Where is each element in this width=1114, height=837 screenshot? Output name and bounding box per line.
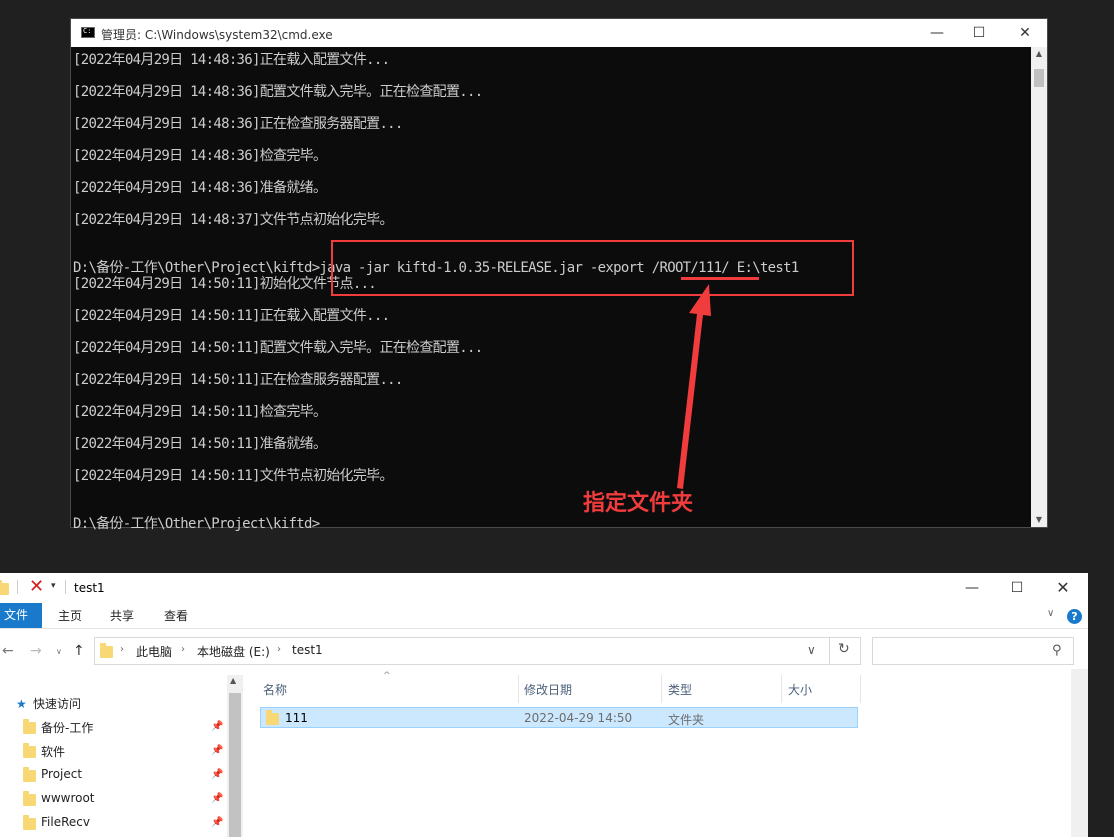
folder-icon bbox=[100, 643, 113, 658]
up-icon[interactable]: ↑ bbox=[73, 643, 85, 659]
column-size[interactable]: 大小 bbox=[788, 681, 812, 698]
annotation-label: 指定文件夹 bbox=[583, 491, 694, 516]
back-icon[interactable]: ← bbox=[2, 643, 14, 659]
nav-item[interactable]: FileRecv bbox=[41, 815, 90, 829]
maximize-icon[interactable]: ☐ bbox=[1007, 578, 1027, 598]
star-icon: ★ bbox=[16, 697, 27, 711]
explorer-window-title: test1 bbox=[74, 581, 105, 595]
help-icon[interactable]: ? bbox=[1067, 609, 1082, 624]
nav-item[interactable]: 软件 bbox=[41, 743, 65, 760]
folder-icon bbox=[266, 710, 279, 725]
folder-icon bbox=[0, 580, 9, 595]
tab-share[interactable]: 共享 bbox=[110, 607, 134, 624]
scroll-up-icon[interactable]: ▲ bbox=[230, 676, 236, 685]
forward-icon[interactable]: → bbox=[30, 643, 42, 659]
file-name[interactable]: 111 bbox=[285, 711, 308, 725]
sort-ascending-icon: ^ bbox=[383, 671, 391, 681]
explorer-titlebar[interactable]: ✕ ▾ test1 — ☐ ✕ bbox=[0, 573, 1088, 603]
column-divider[interactable] bbox=[661, 675, 662, 703]
breadcrumb-drive[interactable]: 本地磁盘 (E:) bbox=[197, 643, 270, 660]
file-type: 文件夹 bbox=[668, 713, 705, 727]
tab-home[interactable]: 主页 bbox=[58, 607, 82, 624]
divider bbox=[65, 580, 66, 594]
pin-icon: 📌 bbox=[211, 721, 224, 732]
delete-icon[interactable]: ✕ bbox=[29, 576, 44, 597]
column-name[interactable]: 名称 bbox=[263, 681, 287, 698]
pin-icon: 📌 bbox=[211, 769, 224, 780]
folder-icon bbox=[23, 791, 36, 806]
file-list-scrollbar[interactable] bbox=[1071, 669, 1088, 837]
nav-item[interactable]: wwwroot bbox=[41, 791, 95, 805]
divider bbox=[17, 580, 18, 594]
explorer-window: ✕ ▾ test1 — ☐ ✕ 文件 主页 共享 查看 ∨ ? ← → ∨ ↑ … bbox=[0, 573, 1088, 837]
folder-icon bbox=[23, 719, 36, 734]
column-divider[interactable] bbox=[860, 675, 861, 703]
chevron-right-icon[interactable]: › bbox=[181, 644, 185, 655]
folder-icon bbox=[23, 767, 36, 782]
column-divider[interactable] bbox=[781, 675, 782, 703]
column-divider[interactable] bbox=[518, 675, 519, 703]
pin-icon: 📌 bbox=[211, 817, 224, 828]
divider bbox=[829, 637, 830, 665]
column-modified[interactable]: 修改日期 bbox=[524, 681, 572, 698]
chevron-right-icon[interactable]: › bbox=[120, 644, 124, 655]
ribbon-expand-icon[interactable]: ∨ bbox=[1047, 608, 1054, 619]
pin-icon: 📌 bbox=[211, 793, 224, 804]
folder-icon bbox=[23, 743, 36, 758]
nav-scroll-thumb[interactable] bbox=[229, 693, 241, 837]
file-modified: 2022-04-29 14:50 bbox=[524, 711, 633, 725]
chevron-right-icon[interactable]: › bbox=[277, 644, 281, 655]
breadcrumb-this-pc[interactable]: 此电脑 bbox=[136, 643, 172, 660]
tab-view[interactable]: 查看 bbox=[164, 607, 188, 624]
chevron-down-icon[interactable]: ∨ bbox=[807, 643, 816, 657]
folder-icon bbox=[23, 815, 36, 830]
arrow-shape bbox=[677, 284, 711, 489]
refresh-icon[interactable]: ↻ bbox=[838, 641, 850, 657]
pin-icon: 📌 bbox=[211, 745, 224, 756]
nav-item[interactable]: Project bbox=[41, 767, 82, 781]
nav-item[interactable]: 备份-工作 bbox=[41, 719, 93, 736]
recent-locations-icon[interactable]: ∨ bbox=[56, 647, 62, 656]
tab-file[interactable]: 文件 bbox=[0, 603, 42, 628]
breadcrumb-folder[interactable]: test1 bbox=[292, 643, 323, 657]
search-icon: ⚲ bbox=[1052, 643, 1062, 658]
quick-access[interactable]: 快速访问 bbox=[33, 695, 81, 712]
close-icon[interactable]: ✕ bbox=[1053, 578, 1073, 598]
column-type[interactable]: 类型 bbox=[668, 681, 692, 698]
search-input[interactable] bbox=[872, 637, 1074, 665]
customize-toolbar-icon[interactable]: ▾ bbox=[51, 581, 56, 591]
minimize-icon[interactable]: — bbox=[962, 578, 982, 598]
